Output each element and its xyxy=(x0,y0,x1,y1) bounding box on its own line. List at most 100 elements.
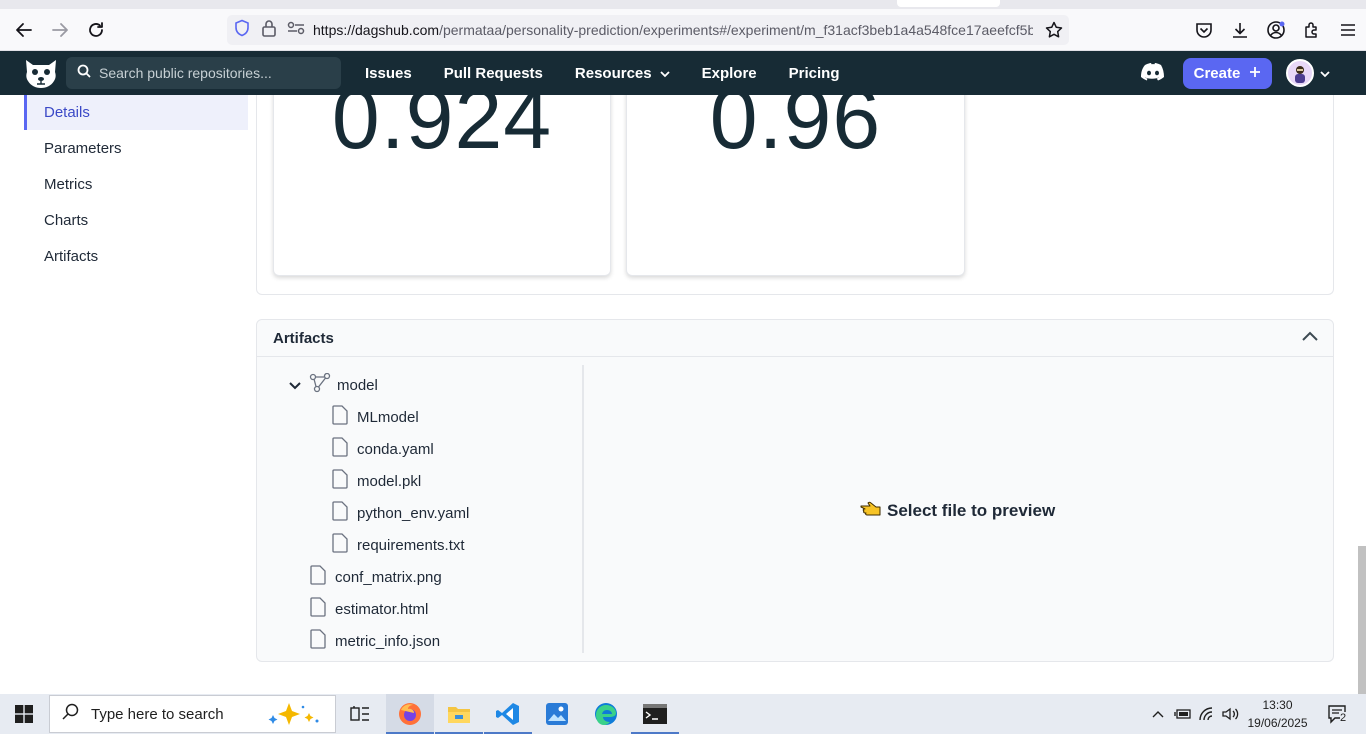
photos-app-icon[interactable] xyxy=(533,694,581,734)
metric-card: 0.924 xyxy=(273,95,611,276)
artifact-tree: model MLmodel conda.yaml model.pkl pytho… xyxy=(257,365,584,653)
user-avatar[interactable] xyxy=(1286,59,1314,87)
preview-text: Select file to preview xyxy=(887,500,1056,520)
artifacts-panel: Artifacts model MLmodel conda.yaml model… xyxy=(256,319,1334,662)
browser-tab-strip xyxy=(0,0,1366,9)
copilot-sparkle-icon[interactable] xyxy=(263,701,327,734)
search-placeholder: Search public repositories... xyxy=(99,65,272,81)
volume-icon[interactable] xyxy=(1220,694,1242,734)
chevron-down-icon[interactable] xyxy=(1320,65,1330,83)
forward-icon[interactable] xyxy=(42,12,78,48)
create-button[interactable]: Create xyxy=(1183,58,1272,89)
side-nav-artifacts[interactable]: Artifacts xyxy=(24,238,248,274)
file-label: requirements.txt xyxy=(357,536,465,554)
tree-file[interactable]: conf_matrix.png xyxy=(310,561,442,593)
file-icon xyxy=(332,469,348,493)
browser-toolbar-right xyxy=(1186,9,1366,51)
taskbar-search-placeholder: Type here to search xyxy=(91,705,224,723)
tree-file[interactable]: requirements.txt xyxy=(332,529,465,561)
edge-icon[interactable] xyxy=(582,694,630,734)
url-bar[interactable]: https://dagshub.com/permataa/personality… xyxy=(227,15,1069,45)
file-explorer-icon[interactable] xyxy=(435,694,483,734)
terminal-icon[interactable] xyxy=(631,694,679,734)
extensions-icon[interactable] xyxy=(1294,12,1330,48)
os-taskbar: Type here to search 13:30 19/06/2025 2 xyxy=(0,694,1366,734)
file-label: conf_matrix.png xyxy=(335,568,442,586)
chevron-up-icon[interactable] xyxy=(1301,329,1319,347)
task-view-icon[interactable] xyxy=(336,694,384,734)
tree-file[interactable]: python_env.yaml xyxy=(332,497,469,529)
windows-start-icon[interactable] xyxy=(0,694,48,734)
bookmark-star-icon[interactable] xyxy=(1045,21,1063,44)
tree-file[interactable]: model.pkl xyxy=(332,465,421,497)
tree-file[interactable]: metric_info.json xyxy=(310,625,440,657)
side-nav-charts[interactable]: Charts xyxy=(24,202,248,238)
menu-icon[interactable] xyxy=(1330,12,1366,48)
taskbar-search-input[interactable]: Type here to search xyxy=(49,695,336,733)
back-icon[interactable] xyxy=(6,12,42,48)
download-icon[interactable] xyxy=(1222,12,1258,48)
firefox-icon[interactable] xyxy=(386,694,434,734)
url-text: https://dagshub.com/permataa/personality… xyxy=(313,22,1033,38)
clock-time: 13:30 xyxy=(1262,698,1293,712)
file-label: python_env.yaml xyxy=(357,504,470,522)
discord-icon[interactable] xyxy=(1140,62,1166,84)
file-label: estimator.html xyxy=(335,600,429,618)
nav-pricing[interactable]: Pricing xyxy=(789,65,840,82)
file-icon xyxy=(310,629,326,653)
notification-count: 2 xyxy=(1340,712,1347,724)
chevron-down-icon[interactable] xyxy=(289,377,301,394)
permissions-icon[interactable] xyxy=(287,21,305,40)
repo-search-input[interactable]: Search public repositories... xyxy=(66,57,341,89)
account-icon[interactable] xyxy=(1258,12,1294,48)
nav-resources[interactable]: Resources xyxy=(575,65,670,82)
site-header: Search public repositories... Issues Pul… xyxy=(0,51,1366,95)
file-icon xyxy=(332,533,348,557)
plus-icon xyxy=(1249,65,1261,82)
tracking-shield-icon[interactable] xyxy=(233,19,251,42)
search-icon xyxy=(62,703,79,725)
browser-tab[interactable] xyxy=(897,0,1000,7)
lock-icon[interactable] xyxy=(261,19,277,42)
metric-value: 0.96 xyxy=(709,95,882,167)
file-label: conda.yaml xyxy=(357,440,434,458)
nav-pull-requests[interactable]: Pull Requests xyxy=(444,65,543,82)
folder-label: model xyxy=(337,376,378,394)
file-icon xyxy=(332,501,348,525)
side-nav-parameters[interactable]: Parameters xyxy=(24,130,248,166)
model-icon xyxy=(309,372,331,397)
taskbar-clock[interactable]: 13:30 19/06/2025 xyxy=(1240,696,1315,732)
reload-icon[interactable] xyxy=(78,12,114,48)
clock-date: 19/06/2025 xyxy=(1247,716,1308,730)
create-label: Create xyxy=(1193,65,1241,82)
tree-file[interactable]: MLmodel xyxy=(332,401,419,433)
page-scrollbar[interactable] xyxy=(1358,546,1366,694)
tray-overflow-chevron-icon[interactable] xyxy=(1148,694,1168,734)
tree-file[interactable]: conda.yaml xyxy=(332,433,434,465)
experiment-side-nav: Details Parameters Metrics Charts Artifa… xyxy=(24,95,248,274)
pocket-icon[interactable] xyxy=(1186,12,1222,48)
notification-center-icon[interactable]: 2 xyxy=(1318,694,1358,734)
file-label: metric_info.json xyxy=(335,632,441,650)
nav-explore[interactable]: Explore xyxy=(702,65,757,82)
file-label: model.pkl xyxy=(357,472,422,490)
battery-icon[interactable] xyxy=(1172,694,1194,734)
file-icon xyxy=(310,597,326,621)
side-nav-details[interactable]: Details xyxy=(24,95,248,130)
file-icon xyxy=(332,437,348,461)
wifi-icon[interactable] xyxy=(1197,694,1219,734)
metric-value: 0.924 xyxy=(331,95,553,167)
pointing-hand-icon xyxy=(860,500,882,521)
metrics-panel: 0.924 0.96 xyxy=(256,95,1334,295)
dagshub-logo-icon[interactable] xyxy=(22,56,60,90)
vscode-icon[interactable] xyxy=(484,694,532,734)
side-nav-metrics[interactable]: Metrics xyxy=(24,166,248,202)
experiment-page: Details Parameters Metrics Charts Artifa… xyxy=(0,95,1366,694)
browser-toolbar: https://dagshub.com/permataa/personality… xyxy=(0,9,1366,51)
main-nav: Issues Pull Requests Resources Explore P… xyxy=(365,51,872,95)
artifacts-title: Artifacts xyxy=(273,329,334,347)
tree-file[interactable]: estimator.html xyxy=(310,593,428,625)
tree-folder-model[interactable]: model xyxy=(289,369,378,401)
nav-issues[interactable]: Issues xyxy=(365,65,412,82)
artifacts-header[interactable]: Artifacts xyxy=(257,320,1333,357)
